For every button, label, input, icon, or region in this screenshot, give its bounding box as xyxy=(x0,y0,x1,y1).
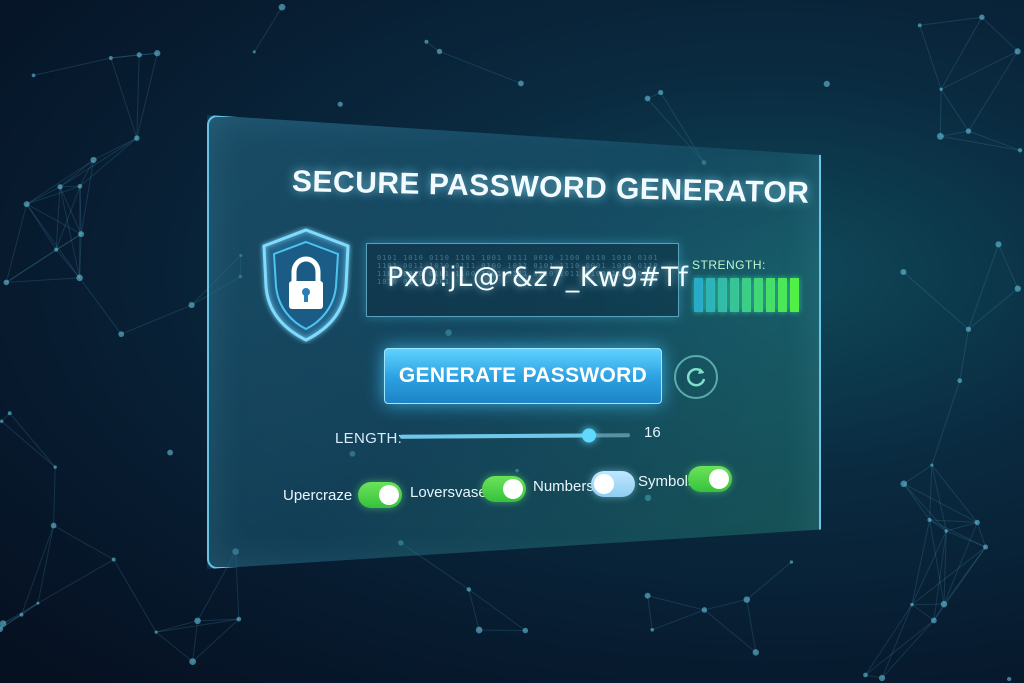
shield-lock-icon xyxy=(258,226,354,344)
strength-segment xyxy=(790,278,799,312)
strength-segment xyxy=(766,278,775,312)
strength-meter xyxy=(694,278,799,312)
strength-segment xyxy=(706,278,715,312)
refresh-button[interactable] xyxy=(674,355,718,399)
toggle-lowercase[interactable] xyxy=(482,476,526,502)
length-slider[interactable] xyxy=(399,428,631,443)
option-label-lowercase: Loversvase xyxy=(410,484,487,501)
toggle-symbols[interactable] xyxy=(688,466,732,492)
toggle-knob xyxy=(379,485,399,505)
refresh-icon xyxy=(686,368,706,387)
toggle-uppercase[interactable] xyxy=(358,482,402,508)
toggle-knob xyxy=(709,469,729,489)
strength-segment xyxy=(742,278,751,312)
generated-password[interactable]: Px0!jL@r&z7_Kw9#Tf xyxy=(387,262,688,293)
password-output-field[interactable]: 0101 1010 0110 1101 1001 0111 0010 1100 … xyxy=(366,243,688,317)
strength-label: STRENGTH: xyxy=(692,258,766,272)
length-value: 16 xyxy=(644,424,661,441)
option-label-numbers: Numbers xyxy=(533,478,594,495)
length-slider-thumb[interactable] xyxy=(581,428,596,443)
strength-segment xyxy=(778,278,787,312)
strength-segment xyxy=(730,278,739,312)
toggle-numbers[interactable] xyxy=(591,471,635,497)
toggle-knob xyxy=(503,479,523,499)
strength-segment xyxy=(718,278,727,312)
length-label: LENGTH: xyxy=(335,430,403,447)
strength-segment xyxy=(694,278,703,312)
option-label-uppercase: Upercraze xyxy=(283,487,353,504)
generate-password-button[interactable]: GENERATE PASSWORD xyxy=(384,348,662,404)
toggle-knob xyxy=(594,474,614,494)
option-label-symbols: Symbols xyxy=(638,473,696,490)
strength-segment xyxy=(754,278,763,312)
